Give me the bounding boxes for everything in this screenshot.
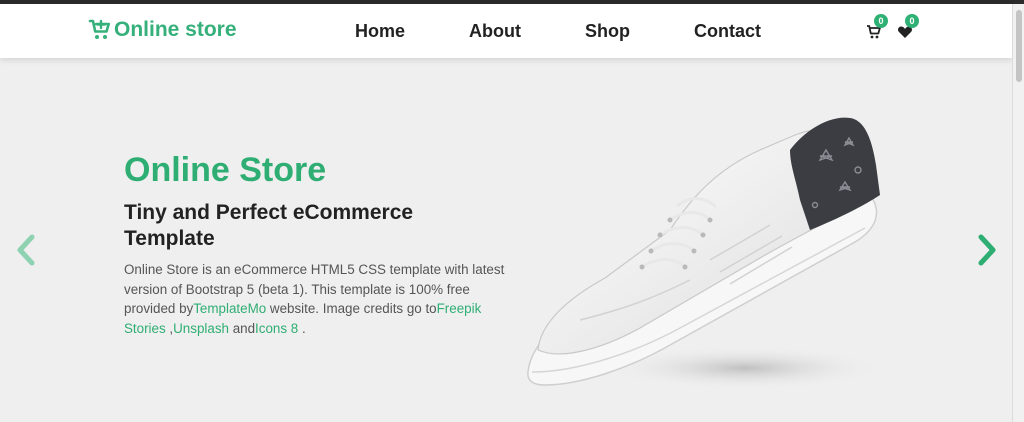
wishlist-button[interactable]: 0 — [897, 14, 919, 42]
carousel-prev-button[interactable] — [12, 232, 40, 268]
chevron-right-icon — [978, 234, 996, 266]
sneaker-image — [527, 117, 885, 390]
icons8-link[interactable]: Icons 8 — [255, 321, 298, 336]
carousel-next-button[interactable] — [973, 232, 1001, 268]
hero-description: Online Store is an eCommerce HTML5 CSS t… — [124, 260, 509, 338]
hero-desc-text-2: website. Image credits go to — [266, 301, 437, 316]
unsplash-link[interactable]: Unsplash — [173, 321, 229, 336]
nav-shop-link[interactable]: Shop — [585, 20, 630, 42]
hero-subtitle: Tiny and Perfect eCommerce Template — [124, 201, 414, 250]
page-scrollbar[interactable] — [1012, 4, 1024, 422]
hero-desc-text-4: and — [228, 320, 256, 336]
cart-button[interactable]: 0 — [866, 14, 888, 42]
navbar: Online store Home About Shop Contact 0 0 — [0, 4, 1012, 58]
brand-name: Online store — [114, 18, 237, 41]
hero-desc-text-5: . — [298, 320, 306, 336]
nav-about-link[interactable]: About — [469, 20, 521, 42]
nav-contact-link[interactable]: Contact — [694, 20, 761, 42]
hero-title: Online Store — [124, 151, 327, 189]
brand-logo[interactable]: Online store — [88, 15, 237, 45]
cart-count-badge: 0 — [874, 14, 888, 28]
scrollbar-thumb[interactable] — [1016, 10, 1022, 82]
templatemo-link[interactable]: TemplateMo — [193, 301, 266, 316]
nav-home-link[interactable]: Home — [355, 20, 405, 42]
main-nav: Home About Shop Contact — [355, 20, 825, 42]
chevron-left-icon — [17, 234, 35, 266]
cart-plus-icon — [88, 19, 110, 39]
wishlist-count-badge: 0 — [905, 14, 919, 28]
